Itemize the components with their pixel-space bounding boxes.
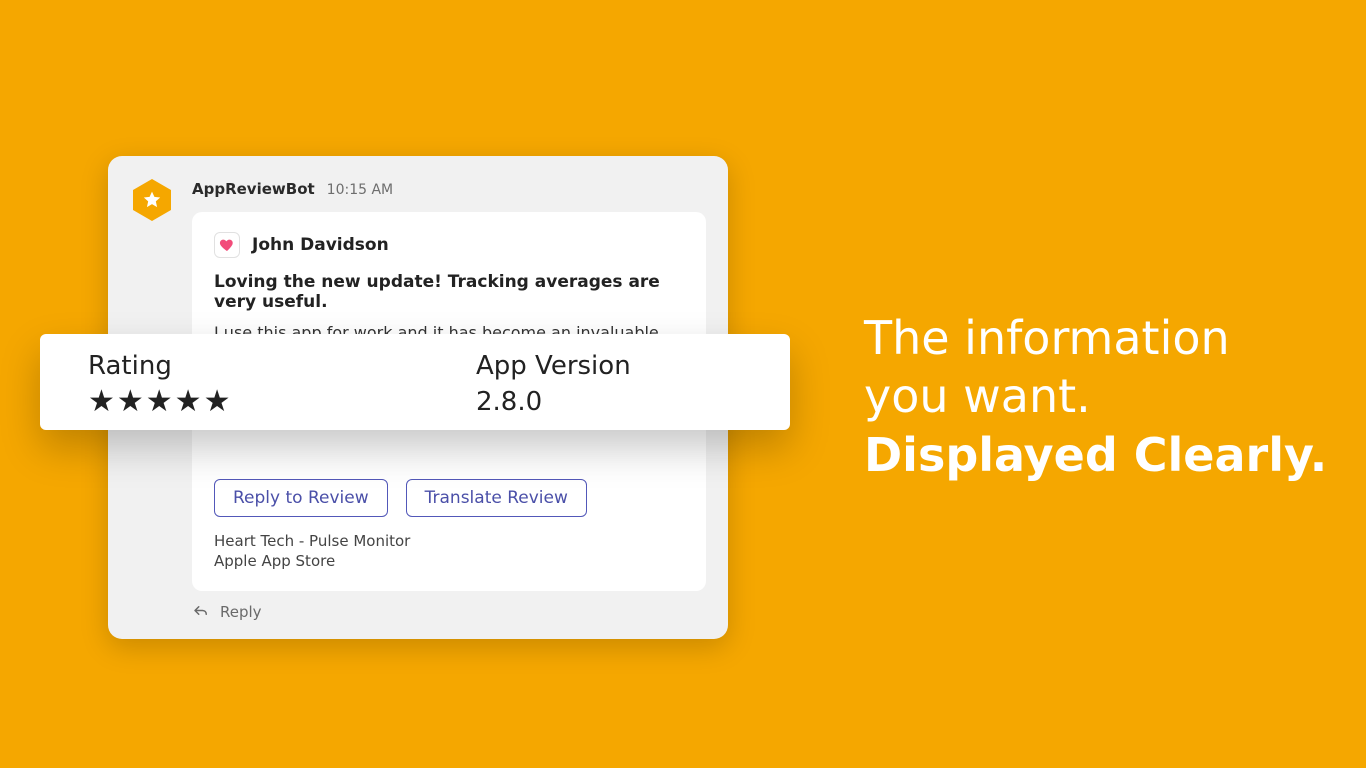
hero-text: The information you want. Displayed Clea… (864, 310, 1327, 485)
reply-action[interactable]: Reply (192, 603, 706, 621)
reply-to-review-button[interactable]: Reply to Review (214, 479, 388, 517)
bot-name: AppReviewBot (192, 180, 315, 198)
heart-icon (219, 237, 235, 253)
review-author: John Davidson (252, 235, 389, 255)
reply-arrow-icon (192, 603, 210, 621)
review-title: Loving the new update! Tracking averages… (214, 272, 684, 312)
store-label: Apple App Store (214, 551, 684, 571)
hero-line-3: Displayed Clearly. (864, 427, 1327, 485)
app-version-value: 2.8.0 (476, 387, 631, 417)
rating-stars: ★★★★★ (88, 387, 476, 417)
reply-label: Reply (220, 603, 262, 621)
translate-review-button[interactable]: Translate Review (406, 479, 587, 517)
bot-avatar-hexagon (130, 178, 174, 222)
app-version-heading: App Version (476, 351, 631, 381)
app-icon-chip (214, 232, 240, 258)
message-time: 10:15 AM (327, 182, 393, 198)
info-overlay-strip: Rating ★★★★★ App Version 2.8.0 (40, 334, 790, 430)
hero-line-2: you want. (864, 368, 1327, 426)
hero-line-1: The information (864, 310, 1327, 368)
app-name-label: Heart Tech - Pulse Monitor (214, 531, 684, 551)
star-icon (142, 190, 162, 210)
rating-heading: Rating (88, 351, 476, 381)
